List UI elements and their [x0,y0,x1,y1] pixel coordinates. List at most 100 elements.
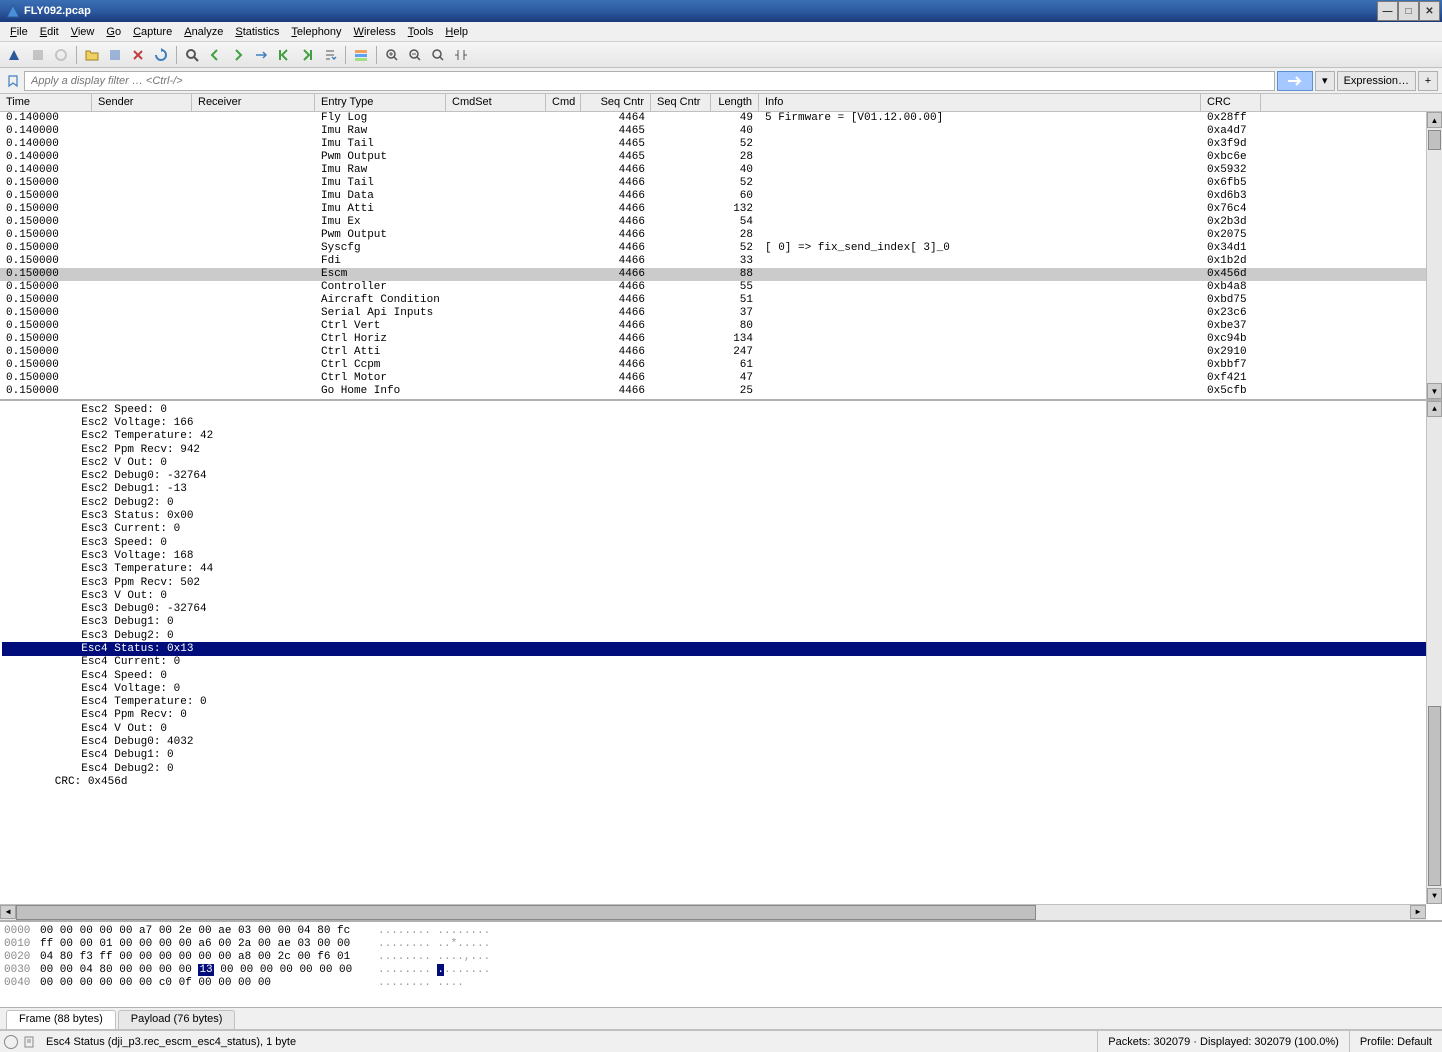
packet-row[interactable]: 0.150000Imu Ex4466540x2b3d [0,216,1442,229]
column-header-seq1[interactable]: Seq Cntr [581,94,651,111]
prev-icon[interactable] [204,44,226,66]
packet-row[interactable]: 0.150000Controller4466550xb4a8 [0,281,1442,294]
packet-row[interactable]: 0.150000Ctrl Horiz44661340xc94b [0,333,1442,346]
column-header-cmd[interactable]: Cmd [546,94,581,111]
menu-capture[interactable]: Capture [127,24,178,40]
first-icon[interactable] [273,44,295,66]
column-header-cmdset[interactable]: CmdSet [446,94,546,111]
tree-node[interactable]: Esc2 Ppm Recv: 942 [2,443,1440,456]
shark-fin-icon[interactable] [4,44,26,66]
menu-tools[interactable]: Tools [402,24,440,40]
open-file-icon[interactable] [81,44,103,66]
filter-history-button[interactable]: ▾ [1315,71,1335,91]
packet-row[interactable]: 0.140000Imu Tail4465520x3f9d [0,138,1442,151]
display-filter-input[interactable] [24,71,1275,91]
scroll-thumb[interactable] [16,905,1036,920]
minimize-button[interactable]: — [1377,1,1398,21]
packet-row[interactable]: 0.150000Ctrl Motor4466470xf421 [0,372,1442,385]
add-filter-button[interactable]: + [1418,71,1438,91]
packet-row[interactable]: 0.150000Ctrl Vert4466800xbe37 [0,320,1442,333]
scroll-thumb[interactable] [1428,130,1441,150]
tree-node[interactable]: Esc4 Temperature: 0 [2,696,1440,709]
column-header-receiver[interactable]: Receiver [192,94,315,111]
expert-info-indicator[interactable] [4,1035,18,1049]
packet-row[interactable]: 0.150000Imu Tail4466520x6fb5 [0,177,1442,190]
zoom-in-icon[interactable] [381,44,403,66]
maximize-button[interactable]: □ [1398,1,1419,21]
scroll-up-icon[interactable]: ▲ [1427,112,1442,128]
expression-button[interactable]: Expression… [1337,71,1416,91]
hex-row[interactable]: 000000 00 00 00 00 a7 00 2e 00 ae 03 00 … [4,924,1438,937]
packet-row[interactable]: 0.150000Ctrl Ccpm4466610xbbf7 [0,359,1442,372]
packet-details-panel[interactable]: Esc2 Speed: 0 Esc2 Voltage: 166 Esc2 Tem… [0,401,1442,922]
hex-row[interactable]: 0010ff 00 00 01 00 00 00 00 a6 00 2a 00 … [4,937,1438,950]
resize-cols-icon[interactable] [450,44,472,66]
hex-row[interactable]: 002004 80 f3 ff 00 00 00 00 00 00 a8 00 … [4,950,1438,963]
column-header-sender[interactable]: Sender [92,94,192,111]
menu-view[interactable]: View [65,24,101,40]
bytes-tab[interactable]: Payload (76 bytes) [118,1010,236,1029]
next-icon[interactable] [227,44,249,66]
menu-help[interactable]: Help [439,24,474,40]
tree-node[interactable]: Esc3 Ppm Recv: 502 [2,576,1440,589]
packet-vscrollbar[interactable]: ▲ ▼ [1426,112,1442,399]
apply-filter-button[interactable] [1277,71,1313,91]
packet-row[interactable]: 0.150000Pwm Output4466280x2075 [0,229,1442,242]
tree-node[interactable]: Esc2 Debug0: -32764 [2,469,1440,482]
tree-node[interactable]: Esc2 Debug1: -13 [2,483,1440,496]
tree-node[interactable]: Esc3 Debug0: -32764 [2,602,1440,615]
tree-node[interactable]: Esc4 Debug0: 4032 [2,735,1440,748]
scroll-right-icon[interactable]: ▶ [1410,905,1426,919]
zoom-out-icon[interactable] [404,44,426,66]
tree-node[interactable]: Esc3 Temperature: 44 [2,563,1440,576]
scroll-left-icon[interactable]: ◀ [0,905,16,919]
packet-list-rows[interactable]: 0.140000Fly Log446449 5 Firmware = [V01.… [0,112,1442,399]
tree-node[interactable]: CRC: 0x456d [2,775,1440,788]
hex-row[interactable]: 003000 00 04 80 00 00 00 00 13 00 00 00 … [4,963,1438,976]
reload-icon[interactable] [150,44,172,66]
menu-analyze[interactable]: Analyze [178,24,229,40]
tree-node[interactable]: Esc4 Ppm Recv: 0 [2,709,1440,722]
bytes-tab[interactable]: Frame (88 bytes) [6,1010,116,1029]
menu-wireless[interactable]: Wireless [348,24,402,40]
column-header-info[interactable]: Info [759,94,1201,111]
hex-row[interactable]: 004000 00 00 00 00 00 c0 0f 00 00 00 00.… [4,976,1438,989]
packet-row[interactable]: 0.150000Syscfg446652[ 0] => fix_send_ind… [0,242,1442,255]
tree-node[interactable]: Esc2 Speed: 0 [2,403,1440,416]
menu-telephony[interactable]: Telephony [285,24,347,40]
tree-node[interactable]: Esc4 V Out: 0 [2,722,1440,735]
find-icon[interactable] [181,44,203,66]
menu-edit[interactable]: Edit [34,24,65,40]
packet-row[interactable]: 0.140000Imu Raw4465400xa4d7 [0,125,1442,138]
close-file-icon[interactable] [127,44,149,66]
packet-row[interactable]: 0.150000Aircraft Condition …4466510xbd75 [0,294,1442,307]
colorize-icon[interactable] [350,44,372,66]
tree-node[interactable]: Esc3 Voltage: 168 [2,549,1440,562]
scroll-thumb[interactable] [1428,706,1441,886]
packet-row[interactable]: 0.150000Imu Data4466600xd6b3 [0,190,1442,203]
close-button[interactable]: ✕ [1419,1,1440,21]
packet-row[interactable]: 0.140000Fly Log446449 5 Firmware = [V01.… [0,112,1442,125]
stop-icon[interactable] [27,44,49,66]
packet-row[interactable]: 0.150000Escm4466880x456d [0,268,1442,281]
packet-row[interactable]: 0.150000Go Home Info4466250x5cfb [0,385,1442,398]
tree-node[interactable]: Esc3 Speed: 0 [2,536,1440,549]
packet-row[interactable]: 0.150000Ctrl Atti44662470x2910 [0,346,1442,359]
packet-bytes-panel[interactable]: 000000 00 00 00 00 a7 00 2e 00 ae 03 00 … [0,922,1442,1008]
tree-node[interactable]: Esc4 Current: 0 [2,656,1440,669]
scroll-down-icon[interactable]: ▼ [1427,383,1442,399]
tree-node[interactable]: Esc2 Temperature: 42 [2,430,1440,443]
column-header-seq2[interactable]: Seq Cntr [651,94,711,111]
tree-node[interactable]: Esc2 Debug2: 0 [2,496,1440,509]
menu-file[interactable]: File [4,24,34,40]
packet-row[interactable]: 0.150000Fdi4466330x1b2d [0,255,1442,268]
column-header-length[interactable]: Length [711,94,759,111]
packet-row[interactable]: 0.150000Imu Atti44661320x76c4 [0,203,1442,216]
last-icon[interactable] [296,44,318,66]
zoom-reset-icon[interactable] [427,44,449,66]
tree-node[interactable]: Esc2 V Out: 0 [2,456,1440,469]
column-header-time[interactable]: Time [0,94,92,111]
status-profile[interactable]: Profile: Default [1350,1031,1442,1052]
tree-node[interactable]: Esc4 Debug2: 0 [2,762,1440,775]
menu-statistics[interactable]: Statistics [229,24,285,40]
